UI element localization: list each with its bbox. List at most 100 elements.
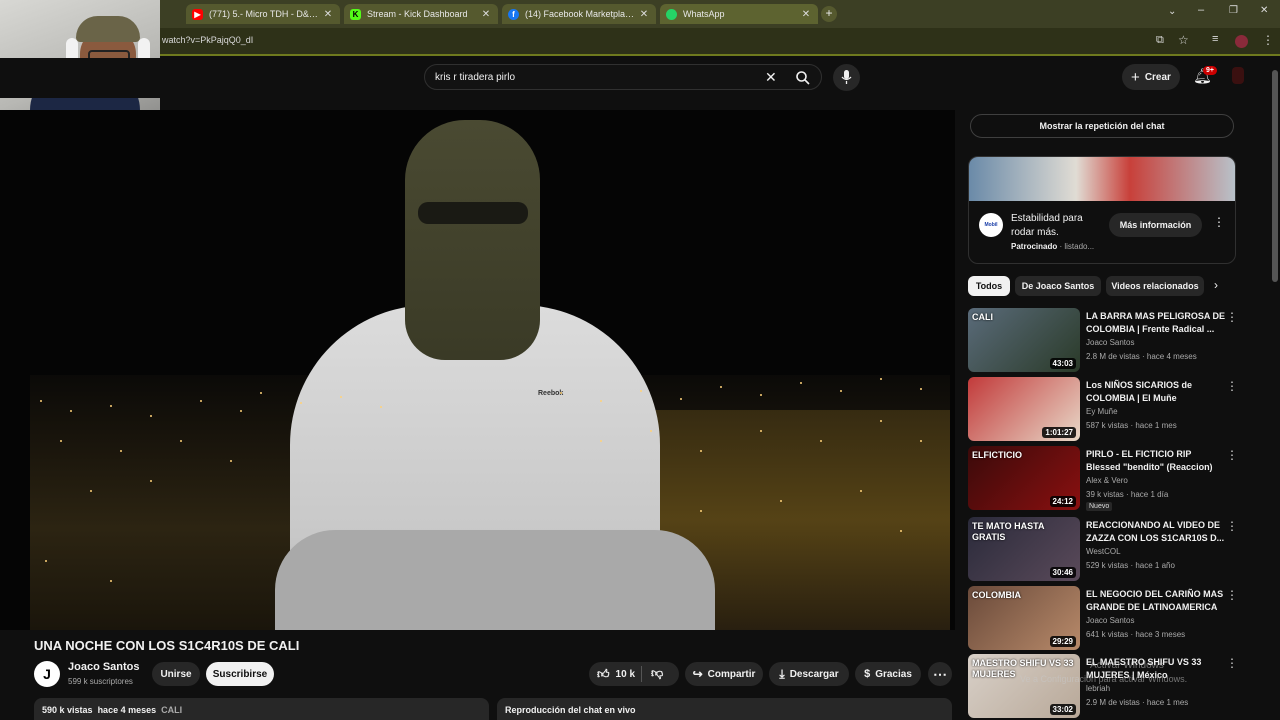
close-tab-icon[interactable]: ✕ xyxy=(480,9,492,20)
page-scrollbar[interactable] xyxy=(1272,70,1278,282)
browser-tab-whatsapp[interactable]: WhatsApp ✕ xyxy=(660,4,818,24)
close-window-button[interactable]: ✕ xyxy=(1260,5,1268,16)
video-channel[interactable]: WestCOL xyxy=(1086,547,1121,556)
video-thumbnail[interactable]: MAESTRO SHIFU VS 33 MUJERES 33:02 xyxy=(968,654,1080,718)
sponsored-label: Patrocinado xyxy=(1011,242,1058,251)
thanks-label: Gracias xyxy=(875,668,912,680)
video-menu-icon[interactable]: ⋮ xyxy=(1226,588,1238,602)
minimize-button[interactable]: – xyxy=(1198,4,1204,16)
bookmark-star-icon[interactable]: ☆ xyxy=(1178,33,1189,47)
browser-menu-icon[interactable]: ⋮ xyxy=(1262,33,1274,47)
video-meta: 529 k vistas · hace 1 año xyxy=(1086,561,1175,570)
chip-from-channel[interactable]: De Joaco Santos xyxy=(1015,276,1101,296)
city-light xyxy=(840,390,842,392)
mask-eye-opening xyxy=(418,202,528,224)
chip-all[interactable]: Todos xyxy=(968,276,1010,296)
url-field[interactable]: watch?v=PkPajqQ0_dI xyxy=(162,35,253,45)
related-video-item[interactable]: ELFICTICIO 24:12 PIRLO - EL FICTICIO RIP B… xyxy=(968,446,1268,511)
clear-search-icon[interactable]: ✕ xyxy=(765,69,777,86)
voice-search-button[interactable] xyxy=(833,64,860,91)
location-tag[interactable]: CALI xyxy=(161,705,182,715)
city-light xyxy=(560,392,562,394)
install-app-icon[interactable]: ⧉ xyxy=(1156,34,1164,47)
video-thumbnail[interactable]: COLOMBIA 29:29 xyxy=(968,586,1080,650)
new-tab-button[interactable]: + xyxy=(821,6,837,22)
video-thumbnail[interactable]: CALI 43:03 xyxy=(968,308,1080,372)
video-menu-icon[interactable]: ⋮ xyxy=(1226,519,1238,533)
download-button[interactable]: ⤓ Descargar xyxy=(769,662,849,686)
browser-tab-kick[interactable]: K Stream - Kick Dashboard ✕ xyxy=(344,4,498,24)
extensions-icon[interactable]: ≡ xyxy=(1212,33,1218,45)
restore-button[interactable]: ❐ xyxy=(1229,5,1238,16)
close-tab-icon[interactable]: ✕ xyxy=(322,9,334,20)
video-menu-icon[interactable]: ⋮ xyxy=(1226,656,1238,670)
video-menu-icon[interactable]: ⋮ xyxy=(1226,379,1238,393)
create-button[interactable]: + Crear xyxy=(1122,64,1180,90)
video-thumbnail[interactable]: TE MATO HASTA GRATIS 30:46 xyxy=(968,517,1080,581)
video-title[interactable]: EL NEGOCIO DEL CARIÑO MAS GRANDE DE LATI… xyxy=(1086,588,1226,614)
video-channel[interactable]: Ey Muñe xyxy=(1086,407,1118,416)
video-menu-icon[interactable]: ⋮ xyxy=(1226,448,1238,462)
video-thumbnail[interactable]: 1:01:27 xyxy=(968,377,1080,441)
like-icon[interactable]: 👍︎ xyxy=(597,667,610,682)
related-video-item[interactable]: 1:01:27 Los NIÑOS SICARIOS de COLOMBIA | … xyxy=(968,377,1268,441)
video-channel[interactable]: Alex & Vero xyxy=(1086,476,1128,485)
ad-logo: Mobil xyxy=(979,213,1003,237)
thanks-button[interactable]: $ Gracias xyxy=(855,662,921,686)
video-title[interactable]: Los NIÑOS SICARIOS de COLOMBIA | El Muñe xyxy=(1086,379,1226,405)
video-title[interactable]: PIRLO - EL FICTICIO RIP Blessed "bendito… xyxy=(1086,448,1226,474)
youtube-header: kris r tiradera pirlo ✕ + Crear 🔔︎ 9+ xyxy=(0,58,1280,98)
browser-tab-youtube[interactable]: ▶ (771) 5.- Micro TDH - D&D (Inedita) ✕ xyxy=(186,4,340,24)
chevron-right-icon[interactable]: › xyxy=(1214,278,1218,292)
browser-tab-facebook[interactable]: f (14) Facebook Marketplace | Fa ✕ xyxy=(502,4,656,24)
video-channel[interactable]: Joaco Santos xyxy=(1086,616,1134,625)
ad-card[interactable]: Mobil Estabilidad para rodar más. Patroc… xyxy=(968,156,1236,264)
video-thumbnail[interactable]: ELFICTICIO 24:12 xyxy=(968,446,1080,510)
video-menu-icon[interactable]: ⋮ xyxy=(1226,310,1238,324)
share-button[interactable]: ↪ Compartir xyxy=(685,662,763,686)
video-player[interactable]: Reebok xyxy=(0,110,955,630)
plus-icon: + xyxy=(1131,68,1140,86)
city-light xyxy=(920,440,922,442)
ad-more-info-button[interactable]: Más información xyxy=(1109,213,1202,237)
chat-replay-header[interactable]: Reproducción del chat en vivo xyxy=(497,698,952,720)
channel-avatar[interactable]: J xyxy=(34,661,60,687)
dislike-icon[interactable]: 👎︎ xyxy=(651,666,663,681)
like-count[interactable]: 10 k xyxy=(616,669,635,680)
ad-title[interactable]: Estabilidad para rodar más. xyxy=(1011,212,1103,240)
related-video-item[interactable]: CALI 43:03 LA BARRA MAS PELIGROSA DE COLOM… xyxy=(968,308,1268,372)
show-chat-replay-button[interactable]: Mostrar la repetición del chat xyxy=(970,114,1234,138)
city-light xyxy=(340,396,342,398)
search-icon[interactable] xyxy=(795,70,811,86)
city-light xyxy=(60,440,62,442)
upload-age: hace 4 meses xyxy=(97,705,157,715)
chip-related[interactable]: Videos relacionados xyxy=(1106,276,1204,296)
close-tab-icon[interactable]: ✕ xyxy=(638,9,650,20)
subscribe-button[interactable]: Suscribirse xyxy=(206,662,274,686)
close-tab-icon[interactable]: ✕ xyxy=(800,9,812,20)
ad-banner-image[interactable] xyxy=(969,157,1235,201)
video-channel[interactable]: lebriah xyxy=(1086,684,1110,693)
account-avatar[interactable] xyxy=(1232,67,1244,84)
activate-windows-title: Activar Windows xyxy=(1090,660,1164,671)
video-meta: 587 k vistas · hace 1 mes xyxy=(1086,421,1177,430)
related-video-item[interactable]: COLOMBIA 29:29 EL NEGOCIO DEL CARIÑO MAS G… xyxy=(968,586,1268,650)
tab-search-icon[interactable]: ⌄ xyxy=(1168,6,1176,17)
city-light xyxy=(900,530,902,532)
profile-avatar[interactable] xyxy=(1235,35,1248,48)
search-box[interactable]: kris r tiradera pirlo ✕ xyxy=(424,64,822,90)
video-channel[interactable]: Joaco Santos xyxy=(1086,338,1134,347)
thumbnail-text: ELFICTICIO xyxy=(972,450,1022,460)
city-light xyxy=(240,410,242,412)
tab-title: WhatsApp xyxy=(683,9,725,19)
ad-menu-icon[interactable]: ⋮ xyxy=(1213,215,1225,229)
video-title[interactable]: LA BARRA MAS PELIGROSA DE COLOMBIA | Fre… xyxy=(1086,310,1226,336)
channel-name[interactable]: Joaco Santos xyxy=(68,661,140,673)
search-input[interactable]: kris r tiradera pirlo xyxy=(435,72,515,83)
more-actions-icon[interactable]: ⋯ xyxy=(928,662,952,686)
join-button[interactable]: Unirse xyxy=(152,662,200,686)
related-video-item[interactable]: TE MATO HASTA GRATIS 30:46 REACCIONANDO AL… xyxy=(968,517,1268,581)
description-box[interactable]: 590 k vistas hace 4 meses CALI xyxy=(34,698,489,720)
video-duration: 33:02 xyxy=(1049,704,1076,715)
video-title[interactable]: REACCIONANDO AL VIDEO DE ZAZZA CON LOS S… xyxy=(1086,519,1226,545)
